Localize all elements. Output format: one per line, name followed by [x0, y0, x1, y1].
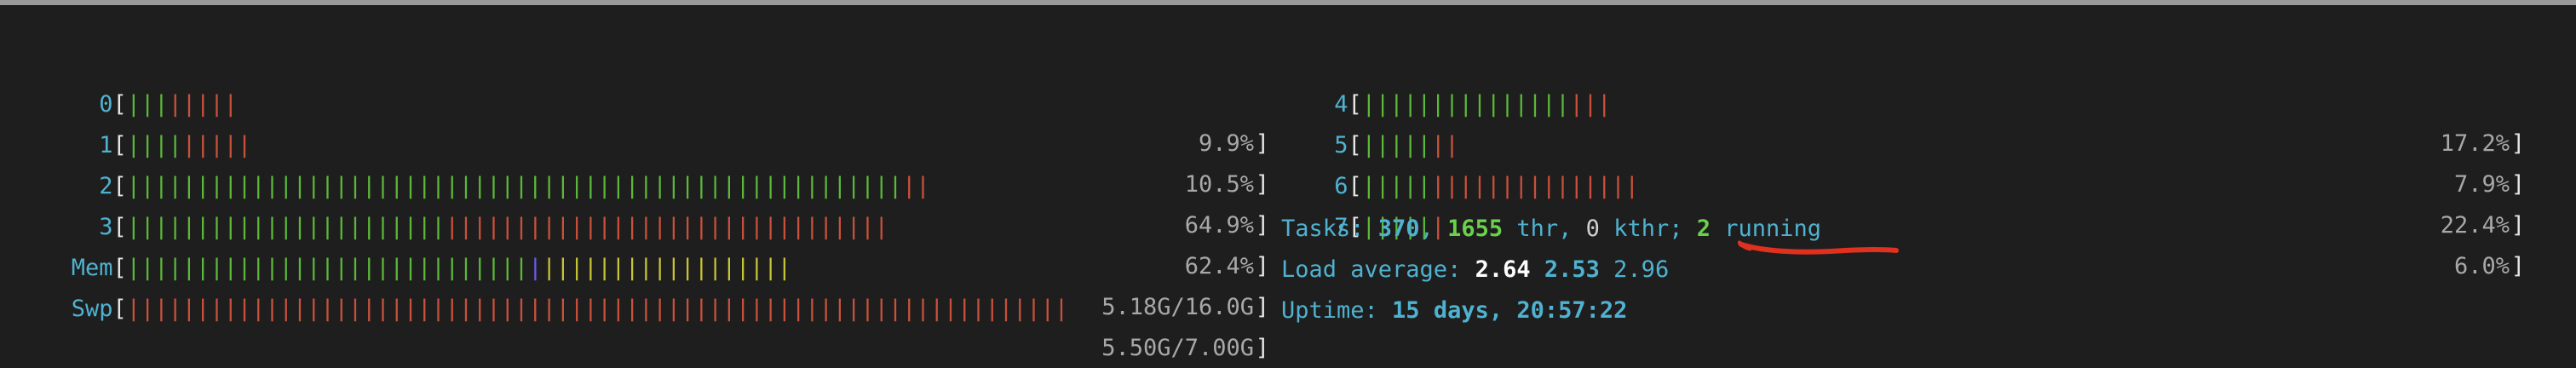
tasks-label: Tasks: [1281, 216, 1378, 242]
window-top-border [0, 0, 2576, 5]
cpu-meter-4: 4[|||||||||||||||||| 17.2%] [1295, 46, 2525, 157]
cpu-meter-7: 7[|||||| 6.0%] [1295, 169, 2525, 279]
load-1min: 2.64 [1475, 256, 1531, 283]
cpu-meter-2: 2[||||||||||||||||||||||||||||||||||||||… [34, 128, 1269, 239]
meter-bar: ||||||||||||||||||||||||||||||||||||||||… [127, 290, 1068, 329]
uptime-label: Uptime: [1281, 297, 1393, 324]
uptime-value: 15 days, 20:57:22 [1392, 297, 1628, 324]
meter-value: 5.18G/16.0G [1101, 294, 1254, 320]
threads-count: 1655 [1447, 216, 1504, 242]
kthreads-count: 0 [1585, 216, 1600, 242]
cpu-meter-0: 0[|||||||| 9.9%] [34, 46, 1269, 157]
tasks-separator: , [1419, 216, 1448, 242]
load-average-label: Load average: [1281, 256, 1475, 283]
running-count: 2 [1696, 216, 1711, 242]
kthreads-label: kthr [1599, 216, 1670, 242]
cpu-meter-6: 6[|||||||||||||||||||| 22.4%] [1295, 128, 2525, 239]
meter-value: 5.50G/7.00G [1101, 335, 1254, 361]
memory-meter: Mem[||||||||||||||||||||||||||||||||||||… [34, 210, 1269, 320]
tasks-count: 370 [1377, 216, 1420, 242]
threads-label: thr [1503, 216, 1559, 242]
cpu-meter-5: 5[||||||| 7.9%] [1295, 87, 2525, 198]
load-average-line: Load average: 2.64 2.53 2.96 [1281, 250, 1669, 290]
cpu-meter-3: 3[||||||||||||||||||||||||||||||||||||||… [34, 169, 1269, 279]
swap-meter: Swp[||||||||||||||||||||||||||||||||||||… [34, 250, 1269, 361]
meter-segment: ||||||||||||||||||||||||||||||||||||||||… [126, 296, 1069, 322]
meter-label: Swp [71, 296, 113, 322]
red-underline-annotation [1738, 240, 1899, 255]
tasks-separator: ; [1669, 216, 1697, 242]
load-15min: 2.96 [1613, 256, 1670, 283]
meter-value: 22.4% [2440, 212, 2510, 239]
load-5min: 2.53 [1544, 256, 1600, 283]
tasks-separator: , [1558, 216, 1586, 242]
meter-value: 6.0% [2453, 253, 2510, 279]
cpu-meter-1: 1[||||||||| 10.5%] [34, 87, 1269, 198]
uptime-line: Uptime: 15 days, 20:57:22 [1281, 291, 1627, 331]
